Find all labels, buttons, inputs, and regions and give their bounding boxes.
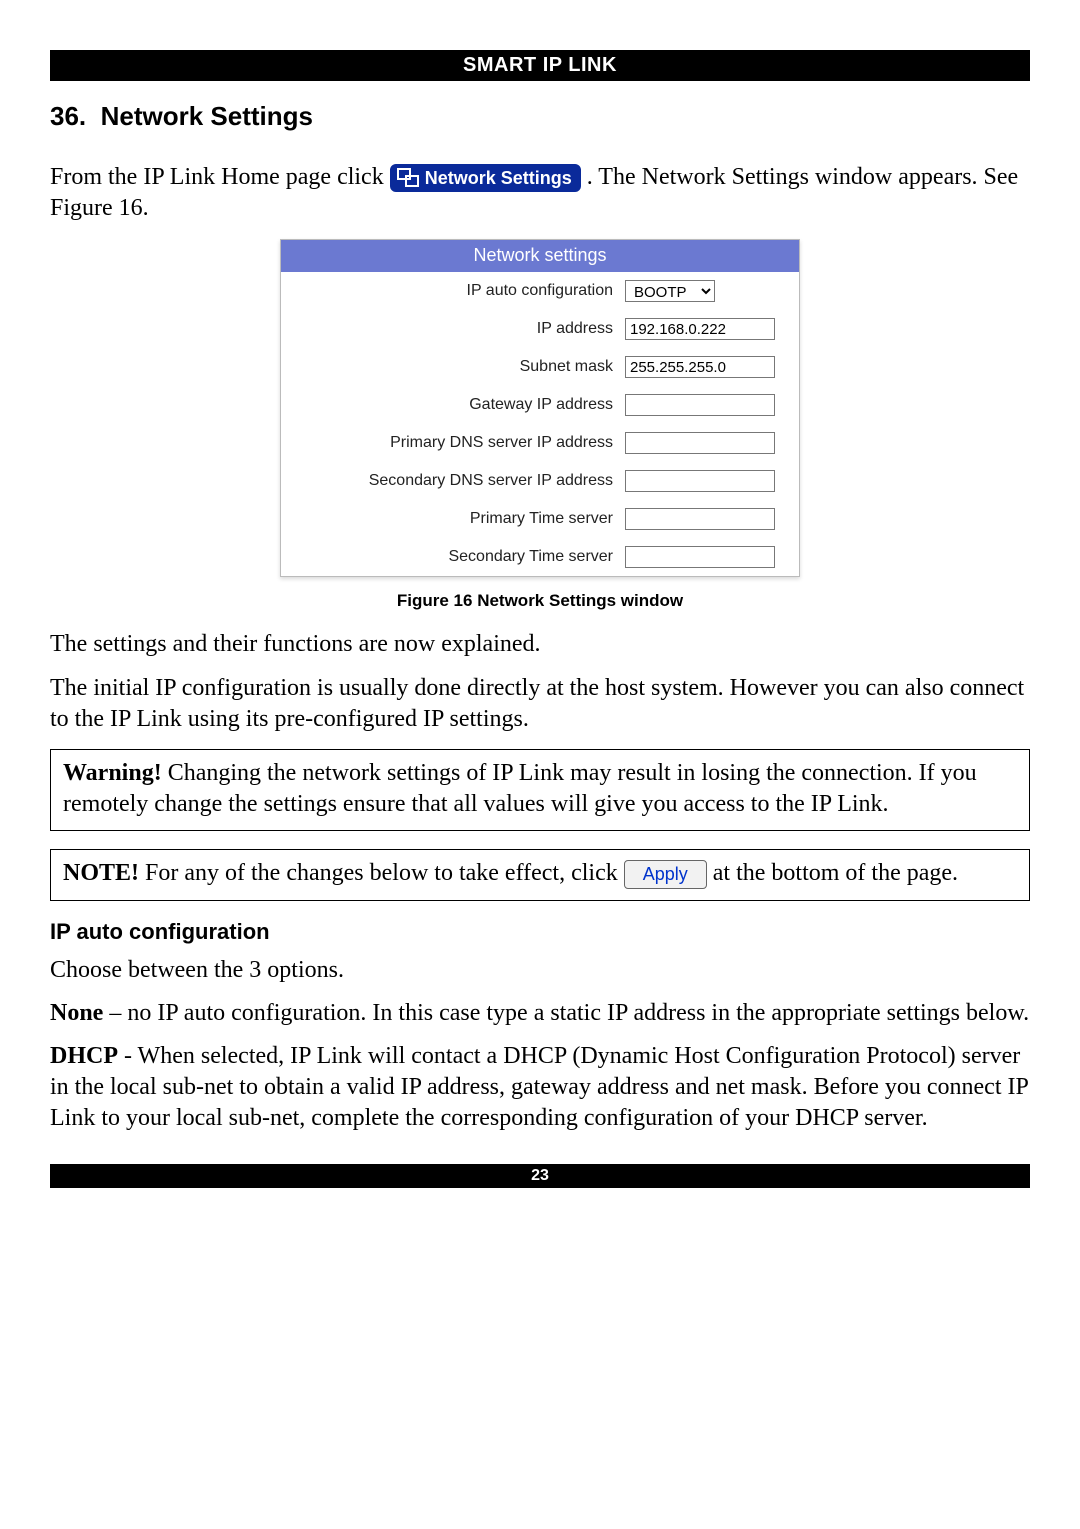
label-gateway: Gateway IP address bbox=[291, 396, 625, 414]
paragraph-explained: The settings and their functions are now… bbox=[50, 629, 1030, 660]
paragraph-initial-config: The initial IP configuration is usually … bbox=[50, 673, 1030, 735]
warning-body: Changing the network settings of IP Link… bbox=[63, 760, 977, 817]
sub-heading-ip-auto: IP auto configuration bbox=[50, 919, 1030, 945]
paragraph-choose: Choose between the 3 options. bbox=[50, 955, 1030, 986]
label-time1: Primary Time server bbox=[291, 510, 625, 528]
warning-text: Warning! Changing the network settings o… bbox=[63, 758, 1017, 820]
option-dhcp-label: DHCP bbox=[50, 1043, 118, 1069]
figure-caption: Figure 16 Network Settings window bbox=[50, 591, 1030, 611]
label-ip-address: IP address bbox=[291, 320, 625, 338]
network-settings-panel: Network settings IP auto configuration B… bbox=[280, 239, 800, 577]
option-none: None – no IP auto configuration. In this… bbox=[50, 998, 1030, 1029]
ip-auto-select[interactable]: BOOTP bbox=[625, 280, 715, 302]
option-none-label: None bbox=[50, 1000, 103, 1026]
row-time2: Secondary Time server bbox=[281, 538, 799, 576]
panel-title: Network settings bbox=[281, 240, 799, 272]
row-ip-auto: IP auto configuration BOOTP bbox=[281, 272, 799, 310]
header-bar: SMART IP LINK bbox=[50, 50, 1030, 81]
option-none-text: – no IP auto configuration. In this case… bbox=[103, 1000, 1029, 1026]
label-time2: Secondary Time server bbox=[291, 548, 625, 566]
gateway-input[interactable] bbox=[625, 394, 775, 416]
network-settings-button[interactable]: Network Settings bbox=[390, 164, 581, 192]
row-subnet: Subnet mask bbox=[281, 348, 799, 386]
note-label: NOTE! bbox=[63, 860, 139, 886]
subnet-input[interactable] bbox=[625, 356, 775, 378]
warning-label: Warning! bbox=[63, 760, 162, 786]
row-time1: Primary Time server bbox=[281, 500, 799, 538]
label-subnet: Subnet mask bbox=[291, 358, 625, 376]
network-settings-button-label: Network Settings bbox=[425, 169, 572, 189]
dns1-input[interactable] bbox=[625, 432, 775, 454]
apply-button[interactable]: Apply bbox=[624, 860, 707, 889]
note-text: NOTE! For any of the changes below to ta… bbox=[63, 858, 1017, 889]
option-dhcp-text: - When selected, IP Link will contact a … bbox=[50, 1043, 1028, 1131]
section-number: 36. bbox=[50, 101, 86, 131]
row-ip-address: IP address bbox=[281, 310, 799, 348]
option-dhcp: DHCP - When selected, IP Link will conta… bbox=[50, 1041, 1030, 1135]
section-title: Network Settings bbox=[101, 101, 313, 131]
footer-bar: 23 bbox=[50, 1164, 1030, 1188]
note-post: at the bottom of the page. bbox=[713, 860, 958, 886]
figure-network-settings: Network settings IP auto configuration B… bbox=[280, 239, 800, 577]
label-dns1: Primary DNS server IP address bbox=[291, 434, 625, 452]
note-box: NOTE! For any of the changes below to ta… bbox=[50, 849, 1030, 900]
document-page: SMART IP LINK 36. Network Settings From … bbox=[0, 0, 1080, 1529]
dns2-input[interactable] bbox=[625, 470, 775, 492]
label-ip-auto: IP auto configuration bbox=[291, 282, 625, 300]
section-heading: 36. Network Settings bbox=[50, 101, 1030, 132]
ip-address-input[interactable] bbox=[625, 318, 775, 340]
intro-paragraph: From the IP Link Home page click Network… bbox=[50, 162, 1030, 224]
warning-box: Warning! Changing the network settings o… bbox=[50, 749, 1030, 831]
time1-input[interactable] bbox=[625, 508, 775, 530]
network-icon bbox=[397, 168, 419, 188]
row-gateway: Gateway IP address bbox=[281, 386, 799, 424]
intro-text-pre: From the IP Link Home page click bbox=[50, 164, 390, 190]
row-dns1: Primary DNS server IP address bbox=[281, 424, 799, 462]
note-pre: For any of the changes below to take eff… bbox=[139, 860, 624, 886]
label-dns2: Secondary DNS server IP address bbox=[291, 472, 625, 490]
time2-input[interactable] bbox=[625, 546, 775, 568]
row-dns2: Secondary DNS server IP address bbox=[281, 462, 799, 500]
